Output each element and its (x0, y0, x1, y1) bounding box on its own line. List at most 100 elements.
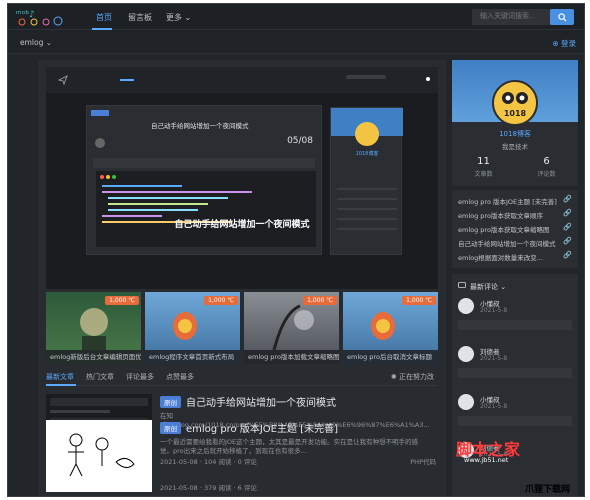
comment-body (458, 320, 572, 330)
list-item[interactable]: emlog pro 版本JOE主题 [未完善] (458, 196, 562, 206)
watermark-site: 爪狸下载网 (525, 485, 571, 495)
stat-value: 6 (543, 156, 550, 167)
thumb-tag: 1,000 ℃ (204, 296, 238, 305)
link-icon: 🔗 (563, 251, 572, 259)
profile-bio: 我是技术 (502, 143, 528, 151)
send-icon (58, 75, 68, 85)
comment-avatar (458, 298, 474, 314)
hero-toolbar-dot (426, 77, 430, 81)
hero-inner-date: 05/08 (287, 136, 313, 146)
hero-banner[interactable]: 自己动手给网站增加一个夜间模式 05/08 1018博客 自己动手给网站增加一个… (46, 67, 438, 289)
post-thumbnail (46, 420, 152, 492)
main-content: 自己动手给网站增加一个夜间模式 05/08 1018博客 自己动手给网站增加一个… (38, 60, 446, 496)
thumb-card[interactable]: 1,000 ℃ emlog pro后台取消文章标题 (343, 292, 438, 364)
stat-label: 文章数 (474, 171, 493, 178)
nav-guestbook[interactable]: 留言板 (128, 12, 152, 23)
site-logo[interactable]: ᵐᵒᵇ♪ (14, 7, 74, 27)
svg-text:ᵐᵒᵇ♪: ᵐᵒᵇ♪ (16, 10, 35, 20)
hero-inner-tag (91, 110, 109, 116)
hot-posts-list: emlog pro 版本JOE主题 [未完善] 🔗 emlog pro版本获取文章… (452, 190, 578, 268)
thumb-tag: 1,000 ℃ (105, 296, 139, 305)
comment-date: 2021-5-8 (480, 403, 508, 410)
sidebar: 1018 1018博客 我是技术 11 文章数 6 评论数 emlog pro … (452, 60, 578, 496)
list-item[interactable]: emlog根据面对数量来改变... (458, 252, 562, 262)
list-item[interactable]: 自己动手给网站增加一个夜间模式 (458, 238, 562, 248)
browser-window: ᵐᵒᵇ♪ 首页 留言板 更多 ⌄ emlog ⌄ ⊕ 登录 (7, 3, 585, 497)
tab-active-indicator (46, 384, 76, 386)
post-tag: 原创 (160, 422, 181, 434)
link-icon: 🔗 (563, 195, 572, 203)
post-tag: 原创 (160, 396, 181, 408)
hero-inner-profile-card: 1018博客 (330, 107, 403, 255)
post-meta: 2021-05-08 · 379 阅读 · 6 评论 (160, 484, 257, 492)
thumb-caption: emlog新版后台文章编辑页面优化 (46, 350, 141, 364)
post-title[interactable]: 自己动手给网站增加一个夜间模式 (186, 394, 336, 409)
comment-date: 2021-5-8 (480, 355, 508, 362)
svg-text:1018: 1018 (504, 109, 527, 118)
hero-inner-author-avatar (95, 138, 105, 148)
loading-status: ✺ 正在努力改 (391, 372, 434, 382)
avatar[interactable]: 1018 (492, 80, 538, 126)
search-button[interactable] (550, 9, 574, 25)
thumb-caption: emlog pro版本加载文章缩略图 (244, 350, 339, 364)
loading-icon: ✺ (390, 373, 397, 381)
post-excerpt: 一个最近需要给我看的JOE这个主题，太其是最是开发功能。实在是让我有种想不明手的… (160, 438, 419, 455)
hero-card-avatar (355, 122, 379, 146)
search-input[interactable] (472, 9, 556, 25)
thumb-caption: emlog程序文章首页新式布局 (145, 350, 240, 364)
thumb-tag: 1,000 ℃ (402, 296, 436, 305)
sub-header: emlog ⌄ ⊕ 登录 (8, 30, 584, 54)
comments-title[interactable]: 最新评论 ⌄ (470, 282, 506, 292)
stat-value: 11 (477, 156, 490, 167)
hero-toolbar-search (346, 75, 386, 79)
top-navbar: ᵐᵒᵇ♪ 首页 留言板 更多 ⌄ (8, 4, 584, 30)
tab-most-comments[interactable]: 评论最多 (126, 372, 154, 382)
hero-card-name: 1018博客 (355, 151, 379, 157)
list-item[interactable]: emlog pro版本获取文章顺序 (458, 210, 562, 220)
hero-code-block (96, 171, 316, 247)
nav-more[interactable]: 更多 ⌄ (166, 12, 191, 23)
loading-label: 正在努力改 (399, 373, 434, 381)
login-icon: ⊕ (552, 39, 559, 48)
link-icon: 🔗 (563, 223, 572, 231)
profile-card: 1018 1018博客 我是技术 11 文章数 6 评论数 (452, 60, 578, 186)
list-item[interactable]: emlog pro版本获取文章缩略图 (458, 224, 562, 234)
hero-inner-notice (93, 158, 315, 168)
hero-toolbar-bar (120, 79, 134, 81)
hero-code-lines (100, 175, 252, 223)
hero-screenshot-toolbar (46, 67, 438, 93)
stat-label: 评论数 (537, 171, 556, 178)
hero-caption[interactable]: 自己动手给网站增加一个夜间模式 (46, 217, 438, 230)
featured-thumbnails: 1,000 ℃ emlog新版后台文章编辑页面优化 1,000 ℃ emlog程… (46, 292, 438, 364)
article-tabs: 最新文章 热门文章 评论最多 点赞最多 ✺ 正在努力改 (46, 370, 438, 386)
link-icon: 🔗 (563, 209, 572, 217)
thumb-tag: 1,000 ℃ (303, 296, 337, 305)
avatar-image: 1018 (494, 82, 536, 124)
thumb-card[interactable]: 1,000 ℃ emlog程序文章首页新式布局 (145, 292, 240, 364)
profile-name[interactable]: 1018博客 (452, 129, 578, 139)
comment-date: 2021-5-8 (480, 307, 508, 314)
hero-card-list (337, 188, 397, 238)
comment-icon (458, 282, 466, 288)
comment-avatar (458, 346, 474, 362)
tab-hot[interactable]: 热门文章 (86, 372, 114, 382)
nav-home[interactable]: 首页 (96, 12, 112, 23)
stat-comments: 6 评论数 (515, 156, 578, 178)
stat-articles: 11 文章数 (452, 156, 515, 178)
comment-body (458, 416, 572, 426)
tab-latest[interactable]: 最新文章 (46, 372, 74, 382)
login-link[interactable]: ⊕ 登录 (552, 38, 576, 49)
hero-inner-title: 自己动手给网站增加一个夜间模式 (151, 122, 249, 130)
thumb-card[interactable]: 1,000 ℃ emlog pro版本加载文章缩略图 (244, 292, 339, 364)
login-label: 登录 (561, 39, 576, 48)
search-icon (557, 12, 567, 22)
comment-body (458, 368, 572, 378)
comment-avatar (458, 394, 474, 410)
post-card[interactable]: 原创 emlog pro 版本JOE主题 [未完善] 一个最近需要给我看的JOE… (46, 420, 438, 496)
category-dropdown[interactable]: emlog ⌄ (20, 38, 52, 47)
thumb-card[interactable]: 1,000 ℃ emlog新版后台文章编辑页面优化 (46, 292, 141, 364)
watermark-url: www.jb51.net (464, 456, 509, 464)
post-title[interactable]: emlog pro 版本JOE主题 [未完善] (186, 420, 338, 435)
tab-most-likes[interactable]: 点赞最多 (166, 372, 194, 382)
thumb-caption: emlog pro后台取消文章标题 (343, 350, 438, 364)
